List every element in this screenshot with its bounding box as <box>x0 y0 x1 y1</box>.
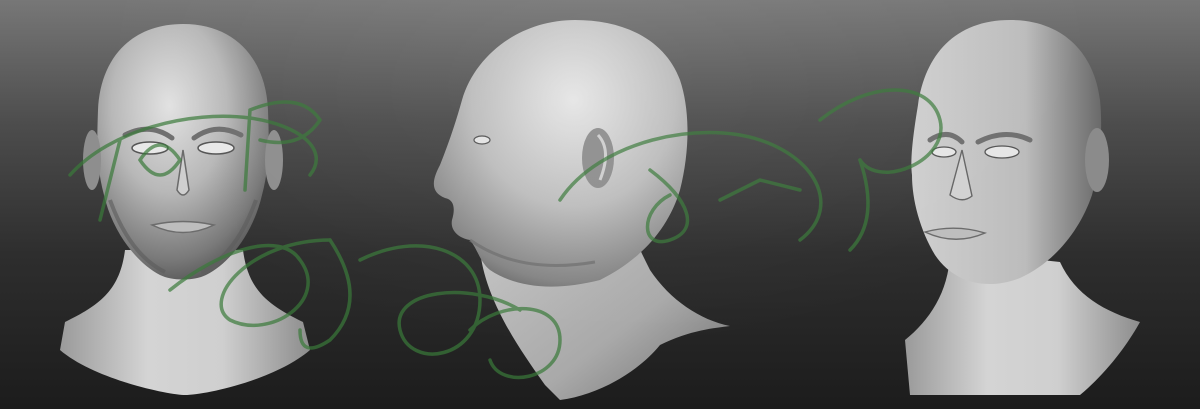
3q-right-eye <box>984 145 1020 159</box>
render-viewport <box>0 0 1200 409</box>
profile-head <box>433 20 688 287</box>
profile-eye <box>473 135 491 145</box>
3q-ear <box>1085 128 1109 192</box>
head-front-view <box>60 24 310 395</box>
front-right-eye <box>197 141 235 155</box>
sculpt-render <box>60 20 1140 400</box>
front-right-ear <box>265 130 283 190</box>
head-three-quarter-view <box>905 20 1140 395</box>
